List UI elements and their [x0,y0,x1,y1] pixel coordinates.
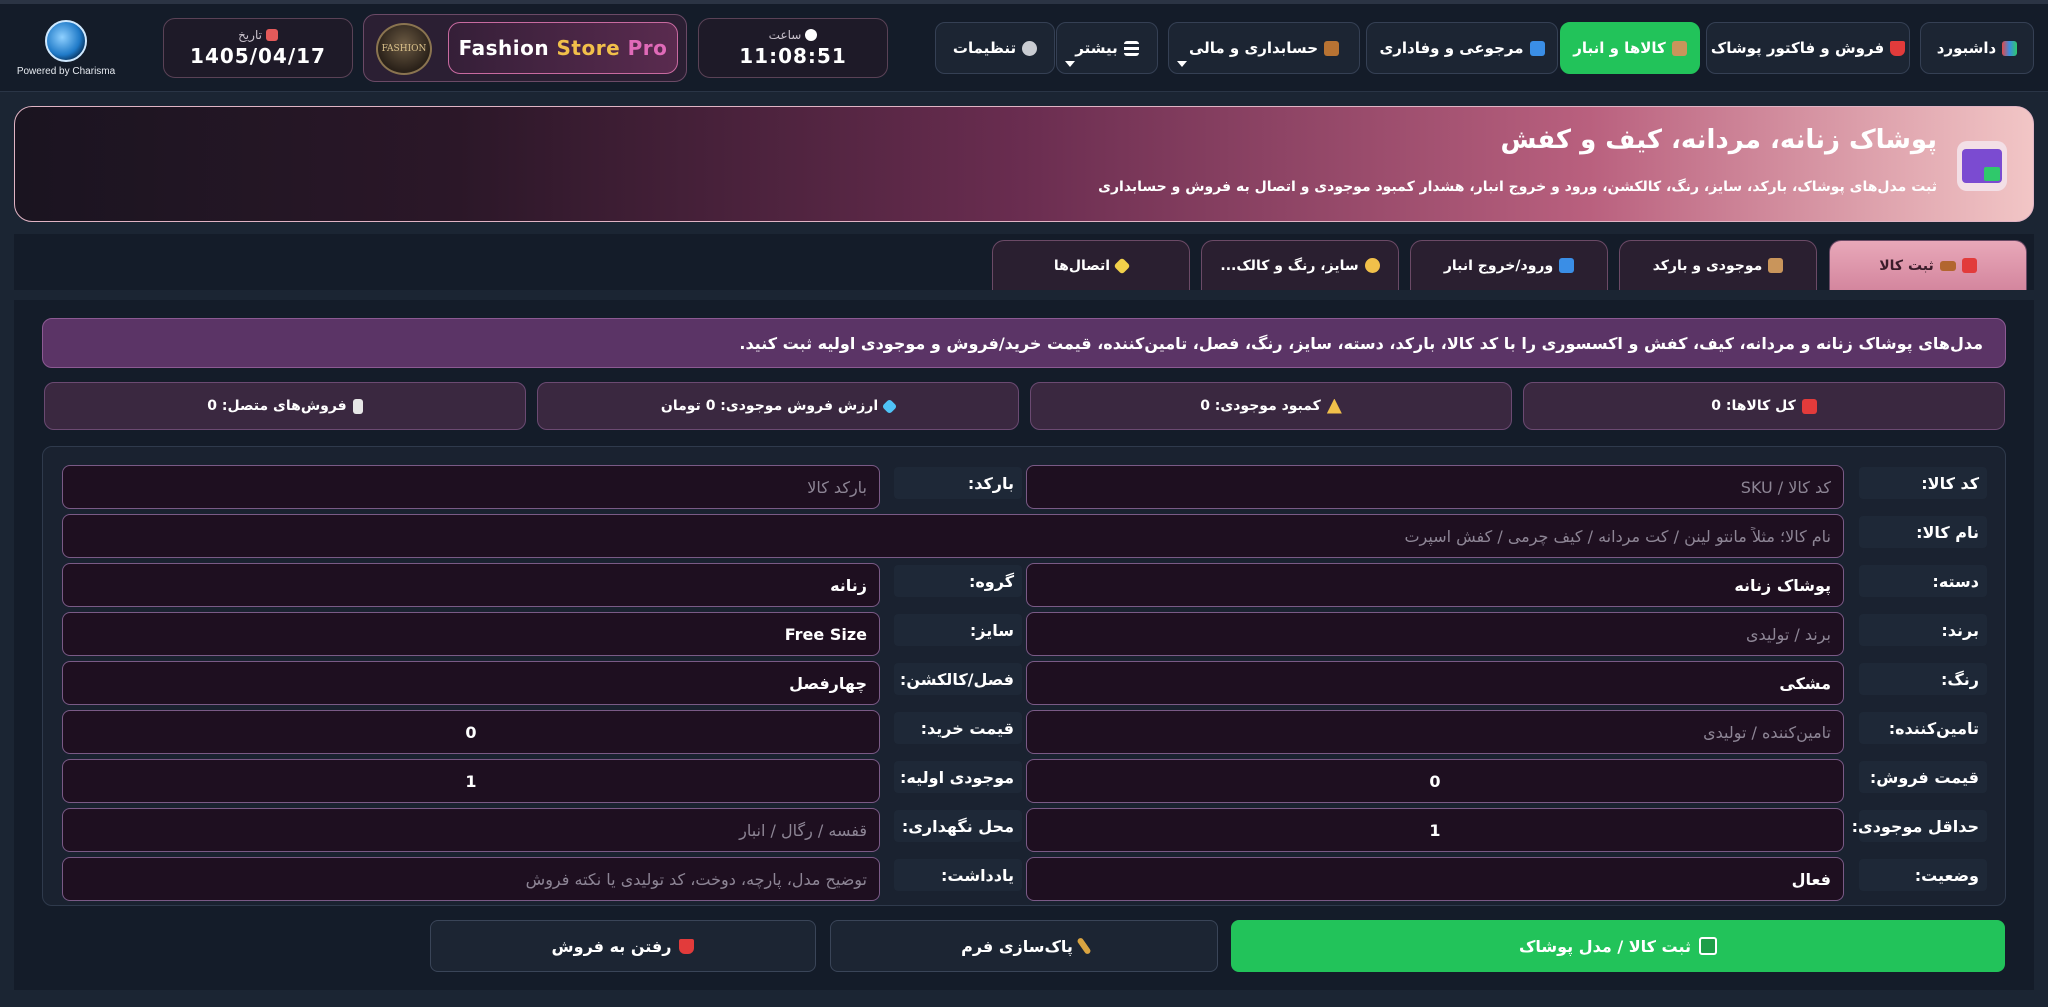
broom-icon [1076,936,1092,956]
tab-inout[interactable]: ورود/خروج انبار [1410,240,1608,290]
chart-icon [2002,40,2018,56]
stat-total-items: کل کالاها: 0 [1523,382,2005,430]
return-icon [1529,40,1545,56]
date-label: تاریخ [238,28,262,42]
season-label: فصل/کالکشن: [894,663,1022,695]
season-select[interactable] [62,661,880,705]
min-stock-input[interactable] [1026,808,1844,852]
name-input[interactable] [62,514,1844,558]
dress-icon [1890,40,1906,56]
page-subtitle: ثبت مدل‌های پوشاک، بارکد، سایز، رنگ، کال… [1098,179,1937,195]
chevron-down-icon [1065,61,1075,67]
buy-price-input[interactable] [62,710,880,754]
chevron-down-icon [1177,61,1187,67]
nav-more[interactable]: بیشتر [1056,22,1158,74]
tab-links[interactable]: اتصال‌ها [992,240,1190,290]
stat-stock-value: ارزش فروش موجودی: 0 تومان [537,382,1019,430]
location-input[interactable] [62,808,880,852]
notice-banner: مدل‌های پوشاک زنانه و مردانه، کیف، کفش و… [42,318,2006,368]
status-label: وضعیت: [1859,859,1987,891]
nav-accounting[interactable]: حسابداری و مالی [1168,22,1360,74]
page-title: پوشاک زنانه، مردانه، کیف و کفش [1500,125,1937,155]
initial-stock-label: موجودی اولیه: [894,761,1022,793]
note-input[interactable] [62,857,880,901]
category-select[interactable] [1026,563,1844,607]
receipt-icon [352,398,363,414]
diamond-icon [881,398,898,414]
goto-sales-button[interactable]: رفتن به فروش [430,920,816,972]
nav-sales[interactable]: فروش و فاکتور پوشاک [1706,22,1910,74]
color-input[interactable] [1026,661,1844,705]
tab-size-color[interactable]: سایز، رنگ و کالک... [1201,240,1399,290]
store-name: Fashion Store Pro [448,22,678,74]
initial-stock-input[interactable] [62,759,880,803]
save-product-button[interactable]: ثبت کالا / مدل پوشاک [1231,920,2005,972]
shopping-bag-icon [1957,141,2007,191]
clock-label: ساعت [768,28,802,42]
sell-price-input[interactable] [1026,759,1844,803]
nav-returns[interactable]: مرجوعی و وفاداری [1366,22,1558,74]
color-label: رنگ: [1859,663,1987,695]
shirt-icon [1961,258,1977,273]
briefcase-icon [1324,40,1340,56]
charisma-credit: Powered by Charisma [16,66,116,77]
nav-goods[interactable]: کالاها و انبار [1560,22,1700,74]
palette-icon [1364,258,1380,273]
charisma-logo: Powered by Charisma [14,20,118,80]
group-select[interactable] [62,563,880,607]
code-label: کد کالا: [1859,467,1987,499]
sparkle-icon [1113,257,1131,274]
barcode-label: بارکد: [894,467,1022,499]
stat-linked-sales: فروش‌های متصل: 0 [44,382,526,430]
size-label: سایز: [894,614,1022,646]
date-value: 1405/04/17 [190,44,326,68]
check-icon [1699,937,1718,955]
gear-icon [1022,40,1038,56]
brand-box: FASHION Fashion Store Pro [363,14,687,82]
buy-price-label: قیمت خرید: [894,712,1022,744]
nav-settings[interactable]: تنظیمات [935,22,1055,74]
clock-box: ساعت 11:08:51 [698,18,888,78]
stat-low-stock: کمبود موجودی: 0 [1030,382,1512,430]
name-label: نام کالا: [1859,516,1987,548]
box-icon [1768,258,1784,273]
clock-icon [805,29,818,41]
barcode-input[interactable] [62,465,880,509]
brand-label: برند: [1859,614,1987,646]
hero-banner: پوشاک زنانه، مردانه، کیف و کفش ثبت مدل‌ه… [14,106,2034,222]
nav-dashboard[interactable]: داشبورد [1920,22,2034,74]
code-input[interactable] [1026,465,1844,509]
swap-icon [1559,258,1575,273]
category-label: دسته: [1859,565,1987,597]
status-select[interactable] [1026,857,1844,901]
dress-icon [679,938,695,954]
date-box: تاریخ 1405/04/17 [163,18,353,78]
brand-input[interactable] [1026,612,1844,656]
warning-icon [1326,398,1342,414]
calendar-icon [265,29,278,41]
box-icon [1671,40,1687,56]
supplier-input[interactable] [1026,710,1844,754]
charisma-logo-icon [45,20,87,62]
tab-register[interactable]: ثبت کالا [1829,240,2027,290]
dress-icon [1801,398,1817,414]
supplier-label: تامین‌کننده: [1859,712,1987,744]
fashion-logo: FASHION [376,23,432,75]
clock-value: 11:08:51 [739,44,847,68]
note-label: یادداشت: [894,859,1022,891]
sell-price-label: قیمت فروش: [1859,761,1987,793]
min-stock-label: حداقل موجودی: [1852,810,1987,842]
menu-icon [1123,40,1139,56]
size-input[interactable] [62,612,880,656]
clear-form-button[interactable]: پاک‌سازی فرم [830,920,1218,972]
tab-stock[interactable]: موجودی و بارکد [1619,240,1817,290]
shoe-icon [1939,260,1956,271]
location-label: محل نگهداری: [894,810,1022,842]
group-label: گروه: [894,565,1022,597]
